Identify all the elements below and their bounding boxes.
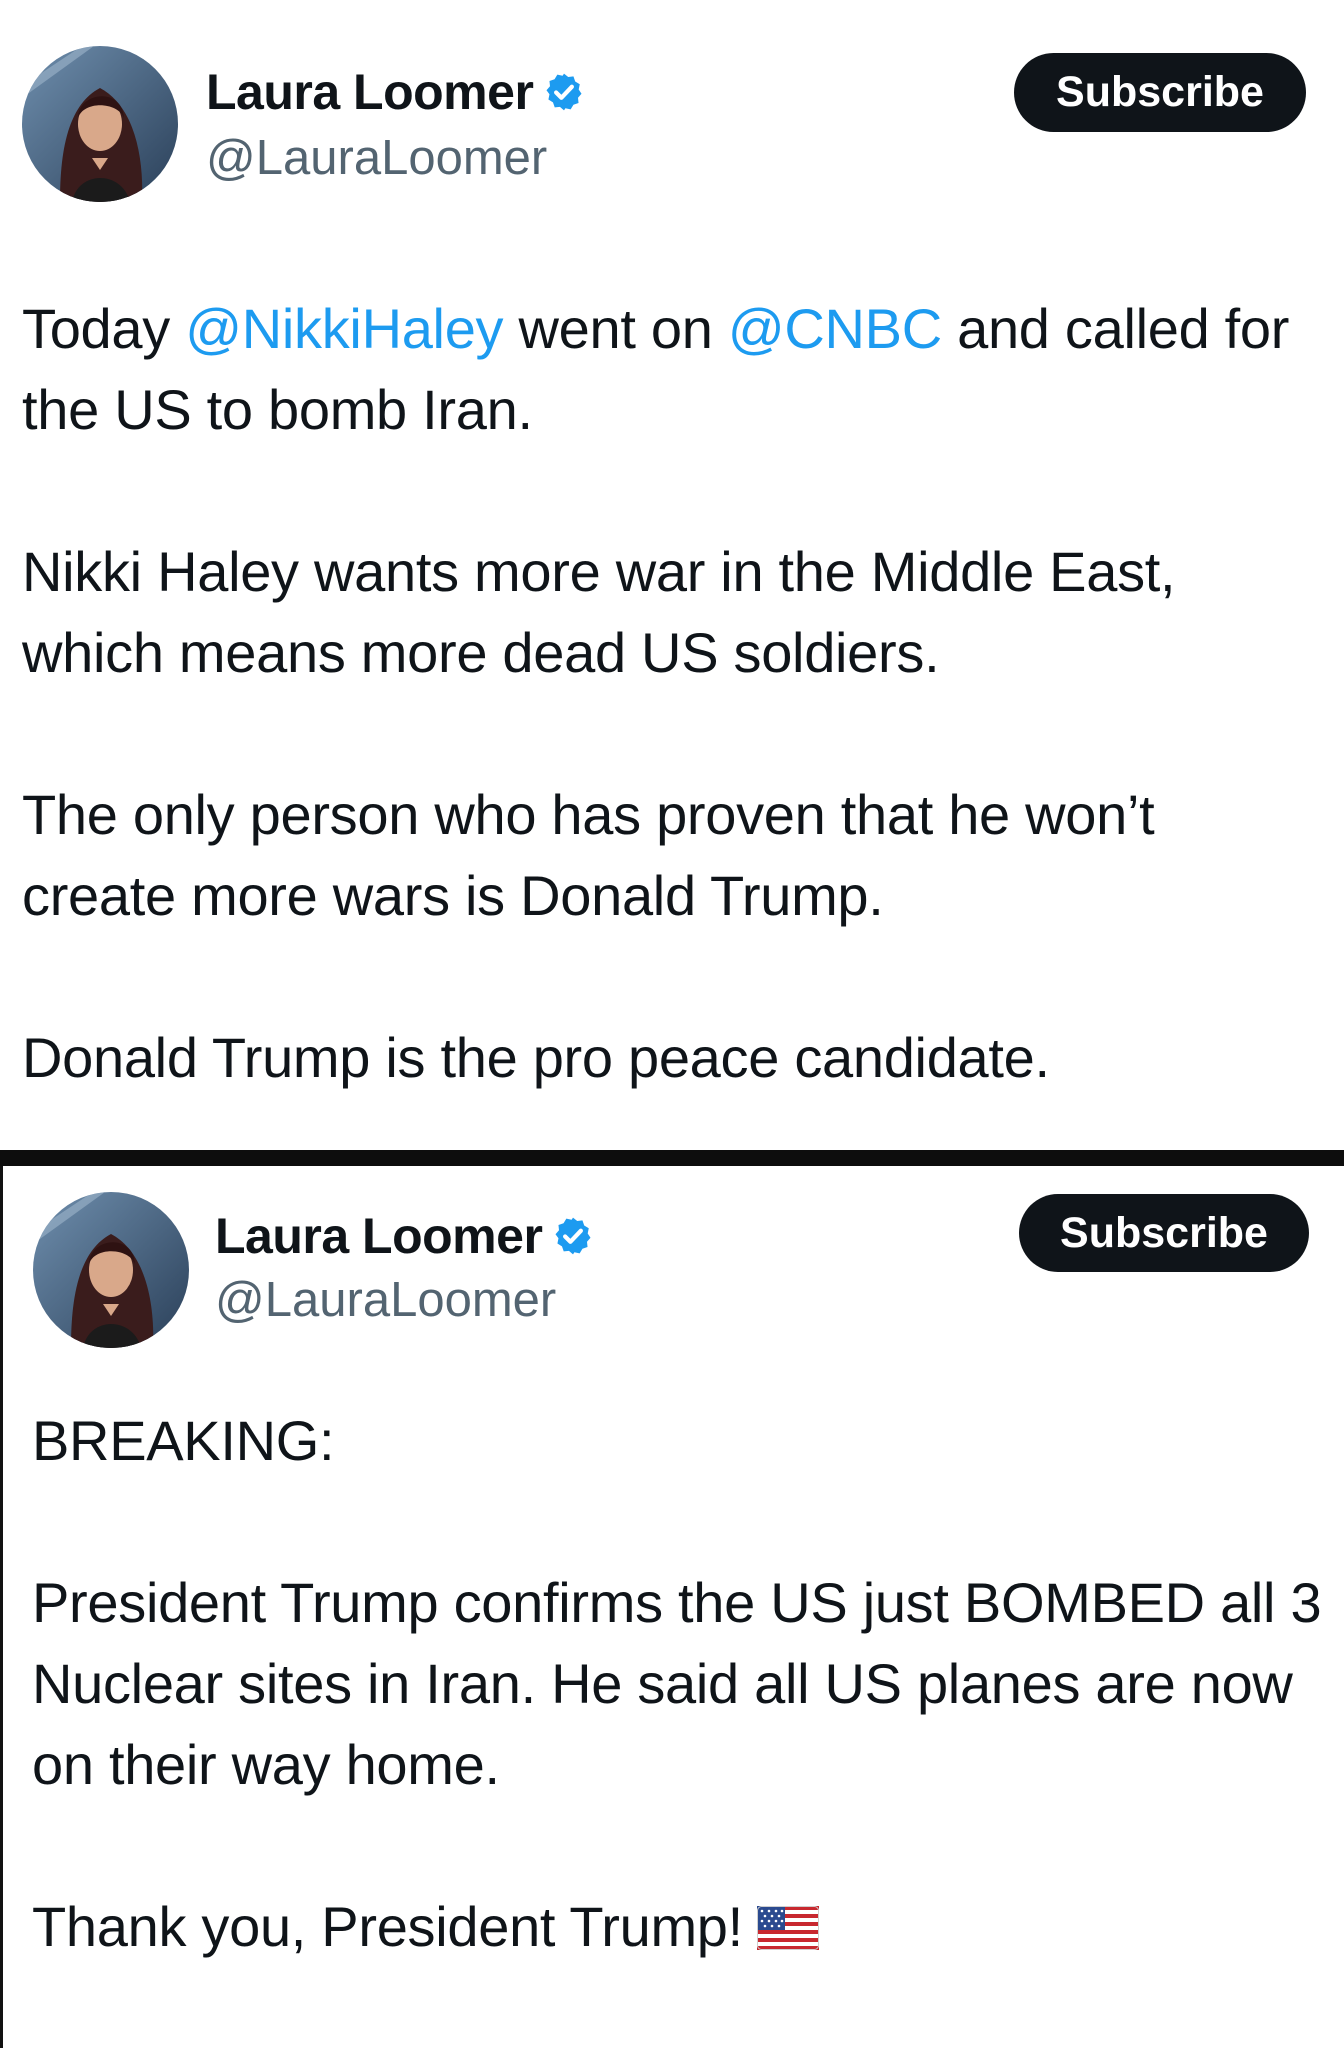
tweet-card: Laura Loomer @LauraLoomer Subscribe Toda… (0, 0, 1344, 1150)
tweet-text: Today @NikkiHaley went on @CNBC and call… (22, 288, 1322, 1098)
mention-link-nikkihaley[interactable]: @NikkiHaley (185, 297, 503, 360)
text-segment: Thank you, President Trump! (32, 1895, 743, 1958)
text-segment: went on (503, 297, 728, 360)
us-flag-icon (756, 1890, 819, 1971)
author-name-row: Laura Loomer (206, 62, 585, 122)
screenshot-divider (0, 1150, 1344, 1166)
tweet-paragraph: Donald Trump is the pro peace candidate. (22, 1026, 1050, 1089)
verified-badge-icon[interactable] (543, 71, 585, 113)
author-handle[interactable]: @LauraLoomer (206, 130, 547, 186)
text-segment: Today (22, 297, 186, 360)
subscribe-button[interactable]: Subscribe (1014, 53, 1306, 132)
tweet-paragraph: BREAKING: (32, 1409, 335, 1472)
verified-badge-icon[interactable] (552, 1215, 594, 1257)
author-name-row: Laura Loomer (215, 1206, 594, 1266)
author-display-name[interactable]: Laura Loomer (206, 63, 534, 121)
author-avatar[interactable] (33, 1192, 189, 1348)
mention-link-cnbc[interactable]: @CNBC (728, 297, 942, 360)
tweet-paragraph: Nikki Haley wants more war in the Middle… (22, 540, 1176, 684)
tweet-paragraph: The only person who has proven that he w… (22, 783, 1155, 927)
tweet-paragraph: President Trump confirms the US just BOM… (32, 1571, 1322, 1796)
author-avatar[interactable] (22, 46, 178, 202)
author-display-name[interactable]: Laura Loomer (215, 1207, 543, 1265)
tweet-text: BREAKING: President Trump confirms the U… (32, 1400, 1322, 1971)
tweet-paragraph: Today @NikkiHaley went on @CNBC and call… (22, 288, 1322, 450)
subscribe-button[interactable]: Subscribe (1019, 1194, 1309, 1272)
author-handle[interactable]: @LauraLoomer (215, 1272, 556, 1328)
tweet-paragraph: Thank you, President Trump! (32, 1886, 1322, 1971)
